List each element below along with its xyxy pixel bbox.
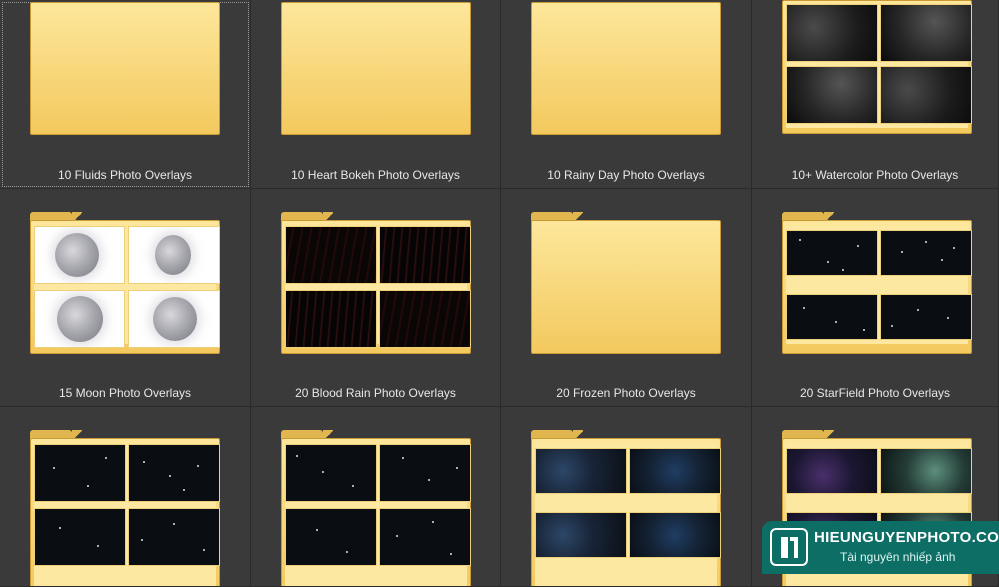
folder-item[interactable]: 20 StarField Photo Overlays <box>752 189 999 407</box>
folder-icon <box>531 212 721 354</box>
folder-thumbnail-icon <box>531 430 721 586</box>
folder-thumbnail-icon <box>281 212 471 354</box>
brand-logo-icon <box>770 528 808 566</box>
folder-icon <box>531 2 721 135</box>
folder-icon <box>281 2 471 135</box>
watermark-tagline: Tài nguyên nhiếp ảnh <box>840 550 956 564</box>
folder-grid: 10 Fluids Photo Overlays 10 Heart Bokeh … <box>0 0 999 587</box>
folder-thumbnail-icon <box>782 0 972 134</box>
folder-label: 10 Heart Bokeh Photo Overlays <box>291 168 460 182</box>
folder-item[interactable]: 10 Rainy Day Photo Overlays <box>501 0 752 189</box>
folder-label: 10 Fluids Photo Overlays <box>57 168 193 182</box>
folder-icon <box>30 2 220 135</box>
folder-item[interactable]: 10 Heart Bokeh Photo Overlays <box>251 0 501 189</box>
folder-item[interactable]: 10 Fluids Photo Overlays <box>0 0 251 189</box>
folder-label: 20 Blood Rain Photo Overlays <box>295 386 456 400</box>
folder-thumbnail-icon <box>782 212 972 354</box>
folder-label: 10+ Watercolor Photo Overlays <box>791 168 959 182</box>
folder-item[interactable]: 20 Blood Rain Photo Overlays <box>251 189 501 407</box>
folder-item[interactable] <box>0 407 251 587</box>
folder-item[interactable]: 20 Frozen Photo Overlays <box>501 189 752 407</box>
folder-item[interactable]: 15 Moon Photo Overlays <box>0 189 251 407</box>
folder-item[interactable] <box>501 407 752 587</box>
folder-thumbnail-icon <box>30 212 220 354</box>
watermark-brand: HIEUNGUYENPHOTO.COM <box>814 529 999 546</box>
folder-thumbnail-icon <box>281 430 471 586</box>
watermark-badge: HIEUNGUYENPHOTO.COM Tài nguyên nhiếp ảnh <box>762 521 999 574</box>
folder-item[interactable]: 10+ Watercolor Photo Overlays <box>752 0 999 189</box>
folder-label: 10 Rainy Day Photo Overlays <box>547 168 705 182</box>
folder-item[interactable] <box>251 407 501 587</box>
folder-label: 15 Moon Photo Overlays <box>58 386 192 400</box>
folder-thumbnail-icon <box>30 430 220 586</box>
folder-label: 20 Frozen Photo Overlays <box>556 386 696 400</box>
folder-label: 20 StarField Photo Overlays <box>799 386 951 400</box>
